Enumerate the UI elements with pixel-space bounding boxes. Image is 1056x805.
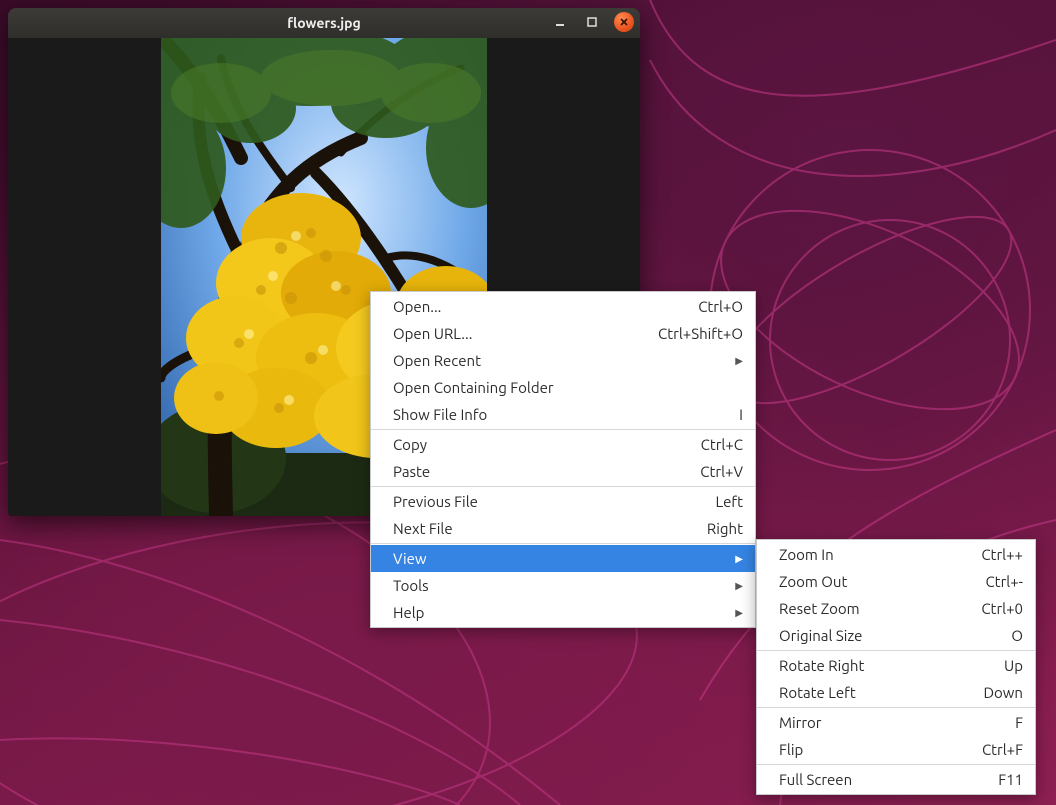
menu-item-label: Rotate Right [779, 657, 864, 674]
window-title: flowers.jpg [8, 15, 640, 31]
menu-item-label: Zoom Out [779, 573, 847, 590]
menu-item-label: View [393, 550, 427, 567]
menu-item-shortcut: Ctrl+- [985, 573, 1023, 590]
view-submenu-zoom-in[interactable]: Zoom In Ctrl++ [757, 541, 1035, 568]
menu-item-label: Reset Zoom [779, 600, 860, 617]
menu-item-label: Open... [393, 298, 441, 315]
menu-item-label: Zoom In [779, 546, 834, 563]
menu-item-label: Full Screen [779, 771, 852, 788]
context-menu-open-containing-folder[interactable]: Open Containing Folder [371, 374, 755, 401]
context-menu-previous-file[interactable]: Previous File Left [371, 488, 755, 515]
menu-item-label: Open Containing Folder [393, 379, 554, 396]
menu-item-label: Next File [393, 520, 453, 537]
context-menu-separator [371, 543, 755, 544]
submenu-arrow-icon: ▶ [735, 355, 743, 367]
close-icon [618, 16, 630, 28]
menu-item-shortcut: Ctrl+C [701, 436, 743, 453]
menu-item-label: Tools [393, 577, 429, 594]
context-menu-next-file[interactable]: Next File Right [371, 515, 755, 542]
view-submenu-original-size[interactable]: Original Size O [757, 622, 1035, 649]
context-menu-separator [371, 429, 755, 430]
view-submenu-flip[interactable]: Flip Ctrl+F [757, 736, 1035, 763]
menu-item-label: Previous File [393, 493, 478, 510]
menu-item-shortcut: Ctrl+V [700, 463, 743, 480]
menu-item-shortcut: Ctrl+O [698, 298, 743, 315]
menu-item-label: Open URL... [393, 325, 472, 342]
context-menu-open-url[interactable]: Open URL... Ctrl+Shift+O [371, 320, 755, 347]
menu-item-label: Help [393, 604, 424, 621]
menu-item-label: Original Size [779, 627, 862, 644]
context-menu-view[interactable]: View ▶ [371, 545, 755, 572]
menu-item-label: Flip [779, 741, 803, 758]
menu-item-label: Copy [393, 436, 427, 453]
context-menu-show-file-info[interactable]: Show File Info I [371, 401, 755, 428]
minimize-button[interactable] [550, 12, 570, 32]
context-menu-help[interactable]: Help ▶ [371, 599, 755, 626]
menu-item-label: Mirror [779, 714, 822, 731]
menu-item-shortcut: Ctrl++ [981, 546, 1023, 563]
maximize-button[interactable] [582, 12, 602, 32]
context-menu: Open...Ctrl+OOpen URL...Ctrl+Shift+OOpen… [370, 291, 756, 628]
view-submenu-zoom-out[interactable]: Zoom Out Ctrl+- [757, 568, 1035, 595]
context-menu-copy[interactable]: Copy Ctrl+C [371, 431, 755, 458]
menu-item-shortcut: Ctrl+F [982, 741, 1023, 758]
view-submenu-full-screen[interactable]: Full Screen F11 [757, 766, 1035, 793]
view-submenu-separator [757, 707, 1035, 708]
maximize-icon [586, 16, 598, 28]
context-menu-tools[interactable]: Tools ▶ [371, 572, 755, 599]
submenu-arrow-icon: ▶ [735, 607, 743, 619]
menu-item-shortcut: Ctrl+0 [981, 600, 1023, 617]
context-menu-separator [371, 486, 755, 487]
context-menu-open-recent[interactable]: Open Recent ▶ [371, 347, 755, 374]
submenu-arrow-icon: ▶ [735, 580, 743, 592]
menu-item-shortcut: Left [715, 493, 743, 510]
menu-item-shortcut: F11 [998, 771, 1023, 788]
menu-item-shortcut: F [1015, 714, 1023, 731]
menu-item-shortcut: Ctrl+Shift+O [658, 325, 743, 342]
minimize-icon [554, 16, 566, 28]
view-submenu-separator [757, 650, 1035, 651]
view-submenu-reset-zoom[interactable]: Reset Zoom Ctrl+0 [757, 595, 1035, 622]
submenu-arrow-icon: ▶ [735, 553, 743, 565]
view-submenu: Zoom In Ctrl++ Zoom Out Ctrl+- Reset Zoom Ctr… [756, 539, 1036, 795]
close-button[interactable] [614, 12, 634, 32]
menu-item-label: Show File Info [393, 406, 487, 423]
menu-item-shortcut: Up [1004, 657, 1023, 674]
menu-item-shortcut: Down [983, 684, 1023, 701]
menu-item-shortcut: I [739, 406, 743, 423]
context-menu-open[interactable]: Open... Ctrl+O [371, 293, 755, 320]
menu-item-shortcut: O [1011, 627, 1023, 644]
view-submenu-rotate-right[interactable]: Rotate Right Up [757, 652, 1035, 679]
menu-item-shortcut: Right [707, 520, 743, 537]
menu-item-label: Rotate Left [779, 684, 856, 701]
view-submenu-mirror[interactable]: Mirror F [757, 709, 1035, 736]
window-controls [550, 12, 634, 32]
context-menu-paste[interactable]: Paste Ctrl+V [371, 458, 755, 485]
menu-item-label: Open Recent [393, 352, 481, 369]
view-submenu-separator [757, 764, 1035, 765]
menu-item-label: Paste [393, 463, 430, 480]
view-submenu-rotate-left[interactable]: Rotate Left Down [757, 679, 1035, 706]
titlebar[interactable]: flowers.jpg [8, 8, 640, 38]
